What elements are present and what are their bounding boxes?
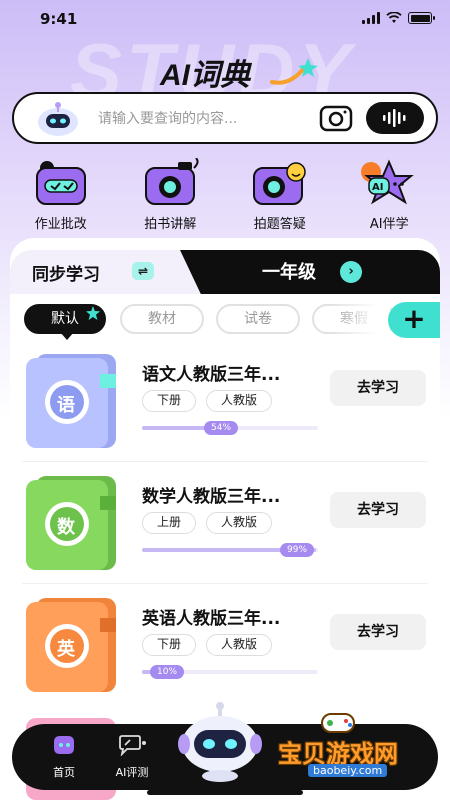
- tab-row: 同步学习 ⇌ 一年级 ›: [10, 250, 440, 294]
- divider: [22, 583, 428, 584]
- book-camera-icon: [145, 158, 199, 205]
- book-tag-volume: 上册: [142, 512, 196, 534]
- tab-sync-label: 同步学习: [32, 265, 100, 285]
- progress-bar: 54%: [142, 421, 318, 435]
- filter-chip-exam[interactable]: 试卷: [216, 304, 300, 334]
- feature-label: 拍题答疑: [253, 217, 306, 232]
- study-button[interactable]: 去学习: [330, 614, 426, 650]
- study-button[interactable]: 去学习: [330, 492, 426, 528]
- nav-ai-review[interactable]: AI评测: [102, 734, 162, 780]
- battery-icon: [408, 12, 435, 24]
- book-tag-edition: 人教版: [206, 390, 272, 412]
- ai-review-icon: [119, 735, 146, 757]
- filter-chip-textbook[interactable]: 教材: [120, 304, 204, 334]
- book-tag-edition: 人教版: [206, 512, 272, 534]
- search-input[interactable]: 请输入要查询的内容...: [98, 108, 318, 128]
- divider: [22, 461, 428, 462]
- voice-button[interactable]: [366, 102, 424, 134]
- progress-label: 10%: [150, 665, 185, 679]
- book-title: 英语人教版三年...: [142, 609, 281, 629]
- feature-label: 作业批改: [34, 217, 87, 232]
- filter-row: 默认 教材 试卷 寒假: [0, 304, 450, 340]
- chip-fade: [330, 304, 390, 338]
- progress-label: 99%: [280, 543, 315, 557]
- book-item[interactable]: 英 英语人教版三年... 下册 人教版 10% 去学习: [0, 596, 450, 716]
- study-button[interactable]: 去学习: [330, 370, 426, 406]
- book-cover-char: 英: [57, 639, 75, 660]
- feature-homework-check[interactable]: 作业批改: [13, 158, 109, 232]
- status-icons: [362, 12, 435, 24]
- feature-label: AI伴学: [369, 217, 409, 232]
- camera-icon: [319, 105, 353, 132]
- camera-button[interactable]: [318, 102, 354, 134]
- star-icon: [86, 306, 100, 320]
- home-indicator: [147, 790, 303, 795]
- robot-avatar-icon: [38, 102, 78, 136]
- wifi-icon: [386, 12, 402, 23]
- book-tag-volume: 下册: [142, 390, 196, 412]
- progress-bar: 10%: [142, 665, 318, 679]
- feature-row: 作业批改 拍书讲解 拍题答疑 AI AI伴学: [0, 158, 450, 232]
- nav-label: AI评测: [115, 766, 149, 779]
- book-cover-char: 语: [57, 395, 75, 416]
- progress-label: 54%: [204, 421, 239, 435]
- book-title: 数学人教版三年...: [142, 487, 281, 507]
- svg-text:AI: AI: [372, 182, 383, 193]
- switch-icon[interactable]: ⇌: [132, 262, 154, 280]
- nav-label: 首页: [53, 766, 75, 779]
- chevron-right-icon[interactable]: ›: [340, 261, 362, 283]
- voice-wave-icon: [383, 109, 406, 127]
- feature-ai-companion[interactable]: AI AI伴学: [341, 158, 437, 232]
- search-bar[interactable]: 请输入要查询的内容...: [12, 92, 438, 144]
- app-title: AI词典: [160, 59, 250, 92]
- watermark-logo: 宝贝游戏网 baobeiy.com: [262, 704, 442, 782]
- add-button[interactable]: +: [388, 302, 440, 338]
- feature-question-camera[interactable]: 拍题答疑: [232, 158, 328, 232]
- question-camera-icon: [252, 162, 306, 205]
- sparkle-icon: [270, 58, 318, 85]
- chip-pointer: [60, 332, 74, 340]
- ai-companion-icon: AI: [361, 159, 415, 205]
- watermark-url: baobeiy.com: [308, 764, 388, 777]
- robot-assistant-icon[interactable]: [178, 700, 262, 782]
- tab-grade-label: 一年级: [262, 262, 316, 283]
- home-icon: [54, 736, 74, 754]
- progress-bar: 99%: [142, 543, 318, 557]
- feature-book-camera[interactable]: 拍书讲解: [122, 158, 218, 232]
- gamepad-icon: [321, 713, 355, 733]
- feature-label: 拍书讲解: [144, 217, 197, 232]
- book-cover-char: 数: [57, 517, 75, 538]
- book-item[interactable]: 语 语文人教版三年... 下册 人教版 54% 去学习: [0, 352, 450, 472]
- signal-icon: [362, 12, 380, 24]
- book-tag-edition: 人教版: [206, 634, 272, 656]
- book-tag-volume: 下册: [142, 634, 196, 656]
- book-item[interactable]: 数 数学人教版三年... 上册 人教版 99% 去学习: [0, 474, 450, 594]
- book-title: 语文人教版三年...: [142, 365, 281, 385]
- nav-home[interactable]: 首页: [34, 734, 94, 780]
- homework-check-icon: [35, 161, 86, 205]
